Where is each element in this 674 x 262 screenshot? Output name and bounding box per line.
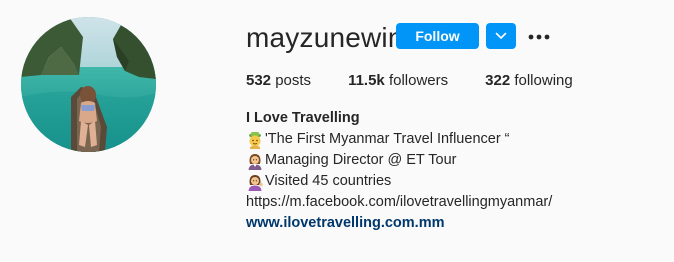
posts-stat: 532 posts xyxy=(246,72,311,90)
bio-display-name: I Love Travelling xyxy=(246,110,360,126)
followers-label: followers xyxy=(388,72,449,89)
bio-facebook-line: https://m.facebook.com/ilovetravellingmy… xyxy=(246,192,666,213)
suggested-accounts-button[interactable] xyxy=(486,23,516,49)
profile-stats: 532 posts 11.5k followers 322 following xyxy=(246,72,610,90)
chevron-down-icon xyxy=(495,27,507,45)
person-with-hat-emoji xyxy=(246,131,264,149)
bio-line: Managing Director @ ET Tour xyxy=(246,150,666,171)
username: mayzunewin xyxy=(246,22,404,53)
followers-count: 11.5k xyxy=(348,72,385,89)
following-count: 322 xyxy=(485,72,511,89)
posts-count: 532 xyxy=(246,72,272,89)
followers-stat[interactable]: 11.5k followers xyxy=(348,72,448,90)
posts-label: posts xyxy=(275,72,312,89)
bio-line-text: 'The First Myanmar Travel Influencer “ xyxy=(265,131,510,147)
bio-line: Visited 45 countries xyxy=(246,171,666,192)
following-label: following xyxy=(514,72,573,89)
woman-office-worker-emoji xyxy=(246,152,264,170)
bio-line: 'The First Myanmar Travel Influencer “ xyxy=(246,129,666,150)
woman-tipping-hand-emoji xyxy=(246,173,264,191)
avatar-image xyxy=(21,17,156,152)
follow-button[interactable]: Follow xyxy=(396,23,479,49)
more-options-icon xyxy=(528,27,550,45)
website-link[interactable]: www.ilovetravelling.com.mm xyxy=(246,213,445,234)
bio-line-text: Visited 45 countries xyxy=(265,173,392,189)
following-stat[interactable]: 322 following xyxy=(485,72,573,90)
facebook-link[interactable]: https://m.facebook.com/ilovetravellingmy… xyxy=(246,192,552,213)
profile-bio: I Love Travelling 'The First Myanmar Tra… xyxy=(246,108,666,234)
more-options-button[interactable] xyxy=(527,27,551,45)
bio-website-line: www.ilovetravelling.com.mm xyxy=(246,213,666,234)
profile-avatar[interactable] xyxy=(21,17,156,152)
bio-line-text: Managing Director @ ET Tour xyxy=(265,152,457,168)
